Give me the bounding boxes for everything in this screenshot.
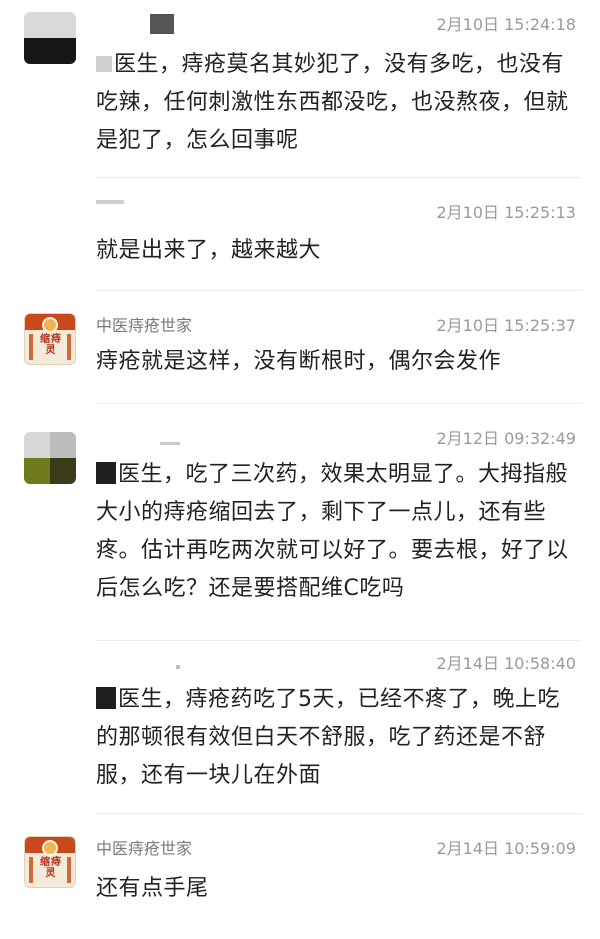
brand-avatar-stripe xyxy=(29,334,33,360)
brand-avatar-stripe xyxy=(67,334,71,360)
comment-text: 痔疮就是这样，没有断根时，偶尔会发作 xyxy=(96,349,502,374)
brand-avatar-stripe xyxy=(67,857,71,883)
seal-icon xyxy=(42,840,58,856)
redacted-username xyxy=(150,14,174,34)
brand-avatar[interactable]: 缩痔灵 xyxy=(24,836,76,888)
comment-text-body: 医生，吃了三次药，效果太明显了。大拇指般大小的痔疮缩回去了，剩下了一点儿，还有些… xyxy=(96,462,569,601)
author-name[interactable]: 中医痔疮世家 xyxy=(96,839,192,859)
comment-text-body: 医生，痔疮莫名其妙犯了，没有多吃，也没有吃辣，任何刺激性东西都没吃，也没熬夜，但… xyxy=(96,52,569,153)
redacted-username xyxy=(96,200,124,204)
brand-avatar-label: 缩痔灵 xyxy=(40,857,62,879)
comment-item: 2月10日 15:24:18 医生，痔疮莫名其妙犯了，没有多吃，也没有吃辣，任何… xyxy=(0,0,600,178)
comment-item: 2月12日 09:32:49 医生，吃了三次药，效果太明显了。大拇指般大小的痔疮… xyxy=(0,404,600,640)
redacted-mark xyxy=(96,687,116,709)
comment-text-body: 医生，痔疮药吃了5天，已经不疼了，晚上吃的那顿很有效但白天不舒服，吃了药还是不舒… xyxy=(96,687,560,788)
comment-text: 医生，痔疮莫名其妙犯了，没有多吃，也没有吃辣，任何刺激性东西都没吃，也没熬夜，但… xyxy=(96,46,576,160)
comment-item: 缩痔灵 中医痔疮世家 2月10日 15:25:37 痔疮就是这样，没有断根时，偶… xyxy=(0,291,600,403)
comment-time: 2月14日 10:58:40 xyxy=(436,654,577,673)
comment-text: 医生，吃了三次药，效果太明显了。大拇指般大小的痔疮缩回去了，剩下了一点儿，还有些… xyxy=(96,456,576,608)
redacted-username xyxy=(160,442,180,445)
author-name[interactable]: 中医痔疮世家 xyxy=(96,316,192,336)
comment-item: 2月10日 15:25:13 就是出来了，越来越大 xyxy=(0,178,600,290)
comment-time: 2月10日 15:25:13 xyxy=(436,203,577,222)
brand-avatar-stripe xyxy=(29,857,33,883)
comment-time: 2月10日 15:24:18 xyxy=(436,15,577,34)
seal-icon xyxy=(42,317,58,333)
comment-item: 缩痔灵 中医痔疮世家 2月14日 10:59:09 还有点手尾 xyxy=(0,814,600,939)
redacted-mark xyxy=(96,56,112,72)
comment-text: 医生，痔疮药吃了5天，已经不疼了，晚上吃的那顿很有效但白天不舒服，吃了药还是不舒… xyxy=(96,681,576,795)
comment-item: 2月14日 10:58:40 医生，痔疮药吃了5天，已经不疼了，晚上吃的那顿很有… xyxy=(0,641,600,813)
user-avatar[interactable] xyxy=(24,12,76,64)
comment-text: 还有点手尾 xyxy=(96,876,209,901)
comment-time: 2月12日 09:32:49 xyxy=(436,429,577,448)
redacted-mark xyxy=(96,462,116,484)
comment-text: 就是出来了，越来越大 xyxy=(96,238,322,263)
comment-time: 2月14日 10:59:09 xyxy=(436,839,577,858)
redacted-username xyxy=(176,665,180,669)
user-avatar[interactable] xyxy=(24,432,76,484)
brand-avatar[interactable]: 缩痔灵 xyxy=(24,313,76,365)
comment-time: 2月10日 15:25:37 xyxy=(436,316,577,335)
brand-avatar-label: 缩痔灵 xyxy=(40,334,62,356)
